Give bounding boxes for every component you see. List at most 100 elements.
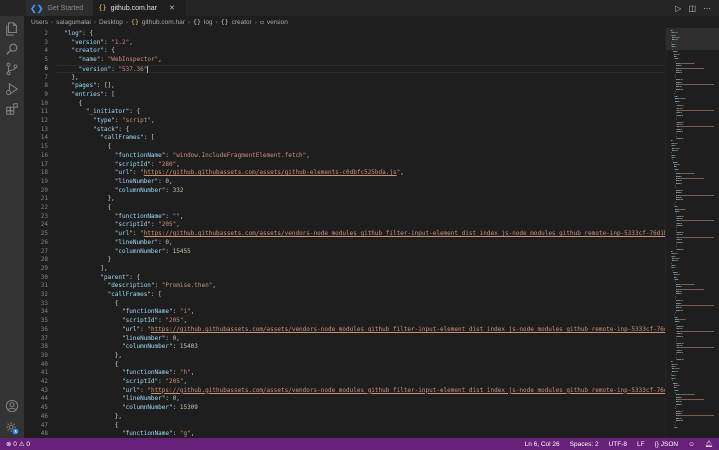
search-icon[interactable] (4, 41, 20, 57)
code-line[interactable]: "scriptId": "205", (57, 221, 180, 230)
code-line[interactable]: }, (57, 74, 78, 83)
code-line[interactable]: "columnNumber": 332 (57, 187, 184, 196)
code-line[interactable]: { (57, 204, 112, 213)
code-line[interactable]: "pages": [], (57, 82, 114, 91)
url-link[interactable]: https://github.githubassets.com/assets/v… (144, 230, 665, 237)
feedback-icon[interactable]: ☺ (688, 441, 695, 448)
code-line[interactable]: "lineNumber": 0, (57, 395, 180, 404)
minimap-line (680, 403, 682, 405)
code-token: " (57, 108, 90, 116)
breadcrumb-file[interactable]: github.com.har (142, 19, 185, 26)
line-number: 13 (40, 125, 48, 133)
code-line[interactable]: { (57, 300, 119, 309)
code-line[interactable]: "scriptId": "280", (57, 161, 180, 170)
code-line[interactable]: { (57, 361, 119, 370)
code-line[interactable]: "version": "537.36" (57, 64, 665, 74)
code-line[interactable]: "url": "https://github.githubassets.com/… (57, 326, 665, 335)
breadcrumb-creator[interactable]: creator (232, 19, 252, 26)
encoding[interactable]: UTF-8 (609, 441, 627, 448)
run-icon[interactable]: ▷ (675, 4, 681, 13)
code-line[interactable]: { (57, 143, 112, 152)
minimap[interactable] (665, 28, 719, 438)
code-token: " (57, 395, 126, 403)
code-line[interactable]: "description": "Promise.then", (57, 282, 216, 291)
breadcrumb-version[interactable]: version (267, 19, 288, 26)
line-number: 29 (40, 264, 48, 272)
code-line[interactable]: "_initiator": { (57, 108, 140, 117)
code-line[interactable]: "columnNumber": 15403 (57, 343, 198, 352)
code-line[interactable]: "url": "https://github.githubassets.com/… (57, 169, 404, 178)
minimap-line (674, 406, 676, 407)
code-line[interactable]: "lineNumber": 0, (57, 335, 180, 344)
code-line[interactable]: }, (57, 352, 122, 361)
code-line[interactable]: }, (57, 413, 122, 422)
bell-icon[interactable]: 🔔︎ (705, 440, 713, 448)
code-line[interactable]: ], (57, 265, 107, 274)
indentation[interactable]: Spaces: 2 (570, 441, 599, 448)
code-token: "g" (179, 430, 191, 438)
code-line[interactable]: "scriptId": "205", (57, 378, 187, 387)
breadcrumb-desktop[interactable]: Desktop (99, 19, 123, 26)
problems-indicator[interactable]: ⊗ 0 ⚠ 0 (6, 440, 30, 448)
tab-github-har[interactable]: {} github.com.har ✕ (94, 0, 186, 16)
code-area[interactable]: "log": { "version": "1.2", "creator": { … (57, 28, 665, 438)
close-icon[interactable]: ✕ (169, 4, 175, 12)
source-control-icon[interactable] (4, 61, 20, 77)
explorer-icon[interactable] (4, 21, 20, 37)
breadcrumb-log[interactable]: log (204, 19, 213, 26)
code-line[interactable]: "functionName": "h", (57, 369, 194, 378)
breadcrumb-users[interactable]: Users (31, 19, 48, 26)
line-number: 36 (40, 325, 48, 333)
code-line[interactable]: "name": "WebInspector", (57, 56, 162, 65)
url-link[interactable]: https://github.githubassets.com/assets/g… (144, 169, 397, 176)
run-debug-icon[interactable] (4, 81, 20, 97)
code-line[interactable]: "type": "script", (57, 117, 154, 126)
code-line[interactable]: "url": "https://github.githubassets.com/… (57, 230, 665, 239)
minimap-line (678, 58, 680, 60)
code-token: ": { (125, 108, 141, 116)
code-line[interactable]: "url": "https://github.githubassets.com/… (57, 387, 665, 396)
code-line[interactable]: "scriptId": "205", (57, 317, 187, 326)
code-line[interactable]: "callFrames": [ (57, 134, 154, 143)
code-line[interactable]: }, (57, 195, 115, 204)
code-token: " (57, 47, 76, 55)
string-property-icon: ▭ (259, 18, 264, 26)
code-line[interactable]: "stack": { (57, 126, 129, 135)
split-editor-icon[interactable]: ◫ (688, 4, 696, 13)
code-line[interactable]: "functionName": "window.IncludeFragmentE… (57, 152, 310, 161)
line-number: 32 (40, 291, 48, 298)
code-line[interactable]: } (57, 256, 112, 265)
tab-get-started[interactable]: ❮❯ Get Started (26, 0, 95, 16)
end-of-line[interactable]: LF (637, 441, 645, 448)
code-token: ": (129, 169, 141, 177)
code-editor[interactable]: 2 3 4 5 6 7 8 9 10 11 12 13 14 15 16 17 18 19 20 21 22 23 24 25… (24, 28, 665, 438)
code-line[interactable]: "columnNumber": 15309 (57, 404, 198, 413)
breadcrumb-user[interactable]: salagumalai (56, 19, 91, 26)
code-line[interactable]: "functionName": "g", (57, 430, 194, 438)
code-line[interactable]: "functionName": "i", (57, 308, 194, 317)
code-line[interactable]: "version": "1.2", (57, 39, 132, 48)
cursor-position[interactable]: Ln 6, Col 26 (525, 441, 560, 448)
more-actions-icon[interactable]: ⋯ (703, 4, 711, 13)
url-link[interactable]: https://github.githubassets.com/assets/v… (151, 326, 665, 333)
extensions-icon[interactable] (4, 101, 20, 117)
manage-gear-icon[interactable] (4, 420, 20, 436)
code-line[interactable]: "columnNumber": 15455 (57, 248, 191, 257)
code-line[interactable]: "creator": { (57, 47, 114, 56)
code-token: 15455 (172, 247, 191, 255)
language-mode[interactable]: {} JSON (655, 441, 679, 448)
code-line[interactable]: "entries": [ (57, 91, 114, 100)
code-line[interactable]: "callFrames": [ (57, 291, 162, 300)
minimap-line (678, 168, 680, 170)
code-token: description (111, 282, 151, 290)
code-line[interactable]: "lineNumber": 0, (57, 178, 173, 187)
minimap-line (675, 116, 677, 118)
code-line[interactable]: "lineNumber": 0, (57, 239, 173, 248)
code-line[interactable]: { (57, 100, 83, 109)
code-line[interactable]: "log": { (57, 30, 93, 39)
account-icon[interactable] (4, 398, 20, 414)
code-line[interactable]: "functionName": "", (57, 213, 184, 222)
code-line[interactable]: { (57, 422, 119, 431)
url-link[interactable]: https://github.githubassets.com/assets/v… (151, 387, 665, 394)
code-line[interactable]: "parent": { (57, 274, 140, 283)
